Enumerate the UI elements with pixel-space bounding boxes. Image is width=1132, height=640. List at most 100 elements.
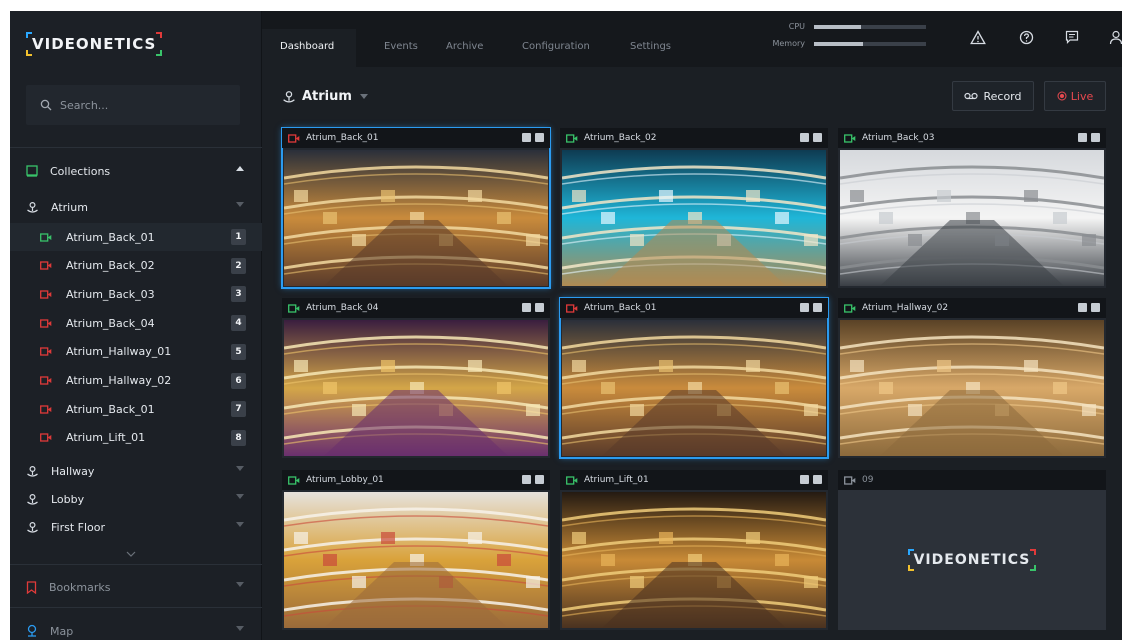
more-options-icon[interactable]	[535, 133, 544, 142]
chevron-down-icon[interactable]	[236, 466, 244, 471]
snapshot-icon[interactable]	[1078, 133, 1087, 142]
sidebar-camera-item[interactable]: Atrium_Back_03 3	[10, 280, 262, 308]
expand-more-icon[interactable]	[126, 551, 136, 557]
camera-label: Atrium_Lift_01	[66, 431, 146, 445]
tile-label: Atrium_Lift_01	[584, 475, 649, 485]
camera-feed[interactable]	[562, 150, 826, 286]
snapshot-icon[interactable]	[522, 475, 531, 484]
sidebar-camera-item[interactable]: Atrium_Back_01 7	[10, 395, 262, 423]
search-icon	[40, 99, 52, 111]
alert-icon[interactable]	[968, 27, 988, 47]
camera-number-badge: 7	[231, 401, 246, 418]
more-options-icon[interactable]	[1091, 303, 1100, 312]
camera-feed[interactable]	[840, 320, 1104, 456]
tab-dashboard[interactable]: Dashboard	[280, 41, 334, 52]
camera-number-badge: 6	[231, 372, 246, 389]
camera-number-badge: 1	[231, 229, 246, 245]
camera-tile[interactable]: Atrium_Hallway_02	[838, 298, 1106, 458]
sidebar-camera-item[interactable]: Atrium_Back_01 1	[10, 223, 262, 251]
main-header: Atrium Record Live	[262, 67, 1122, 123]
tile-actions	[800, 133, 822, 142]
brand-name: VIDEONETICS	[913, 552, 1031, 568]
divider	[10, 564, 262, 565]
snapshot-icon[interactable]	[522, 303, 531, 312]
location-pin-icon	[27, 493, 38, 505]
tile-header: Atrium_Hallway_02	[838, 298, 1106, 318]
group-hallway[interactable]: Hallway	[10, 457, 262, 485]
tile-header: Atrium_Back_04	[282, 298, 550, 318]
memory-meter: Memory	[758, 39, 938, 49]
group-atrium[interactable]: Atrium	[10, 193, 262, 221]
more-options-icon[interactable]	[535, 475, 544, 484]
tile-actions	[522, 475, 544, 484]
camera-feed[interactable]	[562, 320, 826, 456]
camera-feed-image	[284, 150, 548, 286]
chat-icon[interactable]	[1062, 27, 1082, 47]
sidebar-camera-item[interactable]: Atrium_Back_04 4	[10, 309, 262, 337]
camera-feed[interactable]	[284, 320, 548, 456]
chevron-down-icon[interactable]	[236, 522, 244, 527]
bookmarks-header[interactable]: Bookmarks	[10, 573, 262, 601]
snapshot-icon[interactable]	[800, 303, 809, 312]
more-options-icon[interactable]	[813, 475, 822, 484]
sidebar-camera-item[interactable]: Atrium_Hallway_02 6	[10, 367, 262, 395]
more-options-icon[interactable]	[813, 303, 822, 312]
location-pin-icon	[27, 521, 38, 533]
camera-tile[interactable]: Atrium_Lift_01	[560, 470, 828, 630]
chevron-down-icon[interactable]	[236, 582, 244, 587]
record-label: Record	[983, 89, 1022, 103]
tile-header: Atrium_Back_01	[560, 298, 828, 318]
tab-configuration[interactable]: Configuration	[522, 41, 590, 52]
chevron-up-icon[interactable]	[236, 166, 244, 171]
snapshot-icon[interactable]	[522, 133, 531, 142]
camera-feed[interactable]	[562, 492, 826, 628]
chevron-down-icon[interactable]	[236, 494, 244, 499]
chevron-down-icon[interactable]	[236, 626, 244, 631]
camera-number-badge: 5	[231, 343, 246, 360]
group-first-floor[interactable]: First Floor	[10, 513, 262, 541]
map-header[interactable]: Map	[10, 617, 262, 640]
more-options-icon[interactable]	[1091, 133, 1100, 142]
camera-tile[interactable]: 09 VIDEONETICS	[838, 470, 1106, 630]
user-icon[interactable]	[1106, 27, 1122, 47]
empty-slot-logo: VIDEONETICS	[838, 490, 1106, 630]
search-input[interactable]: Search...	[26, 85, 240, 125]
collections-header[interactable]: Collections	[10, 157, 262, 185]
camera-icon	[566, 303, 578, 313]
record-button[interactable]: Record	[952, 81, 1034, 111]
view-selector[interactable]: Atrium	[282, 89, 368, 104]
live-label: Live	[1070, 89, 1094, 103]
snapshot-icon[interactable]	[800, 475, 809, 484]
map-label: Map	[50, 624, 74, 638]
camera-label: Atrium_Back_03	[66, 287, 155, 301]
chevron-down-icon[interactable]	[236, 202, 244, 207]
more-options-icon[interactable]	[535, 303, 544, 312]
tab-settings[interactable]: Settings	[630, 41, 671, 52]
camera-tile[interactable]: Atrium_Back_01	[559, 297, 829, 459]
sidebar-camera-item[interactable]: Atrium_Back_02 2	[10, 252, 262, 280]
camera-tile[interactable]: Atrium_Back_03	[838, 128, 1106, 288]
camera-feed[interactable]	[284, 492, 548, 628]
camera-tile[interactable]: Atrium_Back_01	[281, 127, 551, 289]
snapshot-icon[interactable]	[800, 133, 809, 142]
live-button[interactable]: Live	[1044, 81, 1106, 111]
sidebar-camera-item[interactable]: Atrium_Hallway_01 5	[10, 338, 262, 366]
camera-feed[interactable]	[284, 150, 548, 286]
sidebar-camera-item[interactable]: Atrium_Lift_01 8	[10, 424, 262, 452]
camera-tile[interactable]: Atrium_Lobby_01	[282, 470, 550, 630]
help-icon[interactable]	[1016, 27, 1036, 47]
tab-archive[interactable]: Archive	[446, 41, 483, 52]
camera-icon	[40, 347, 52, 356]
snapshot-icon[interactable]	[1078, 303, 1087, 312]
tile-label: Atrium_Lobby_01	[306, 475, 384, 485]
memory-fill	[814, 42, 864, 46]
camera-tile[interactable]: Atrium_Back_04	[282, 298, 550, 458]
camera-tile[interactable]: Atrium_Back_02	[560, 128, 828, 288]
chevron-down-icon[interactable]	[359, 94, 368, 99]
more-options-icon[interactable]	[813, 133, 822, 142]
location-pin-icon	[283, 90, 295, 102]
group-lobby[interactable]: Lobby	[10, 485, 262, 513]
tab-events[interactable]: Events	[384, 41, 418, 52]
cpu-label: CPU	[788, 22, 805, 31]
camera-feed[interactable]	[840, 150, 1104, 286]
